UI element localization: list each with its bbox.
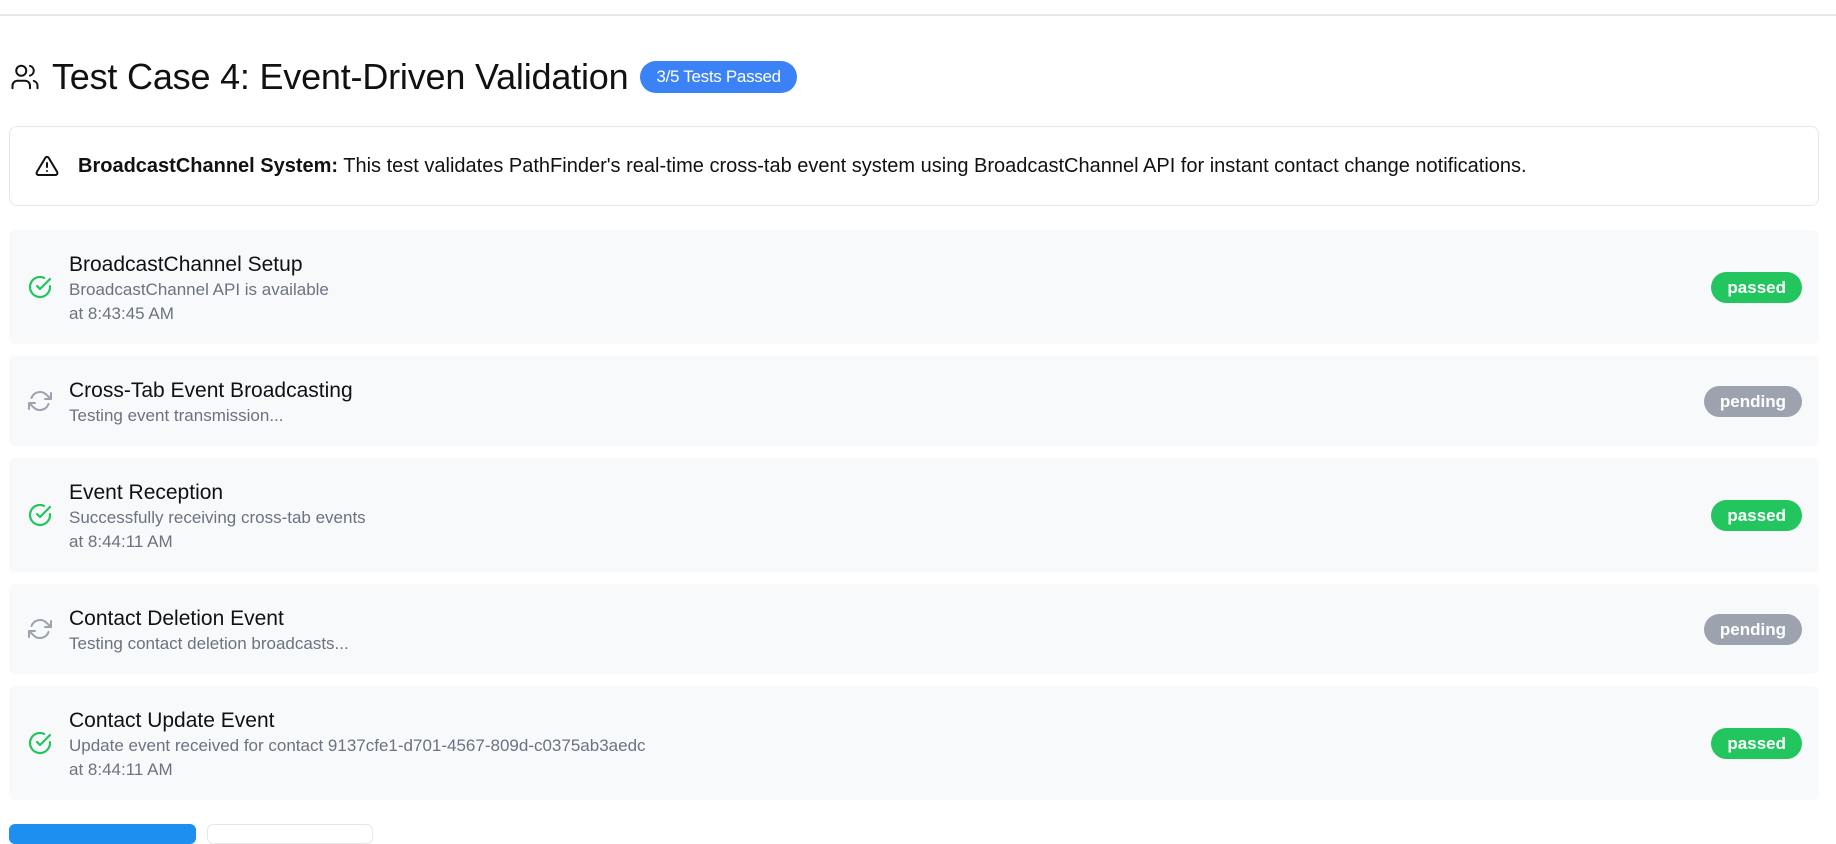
status-badge: passed — [1711, 728, 1802, 759]
check-circle-icon — [27, 502, 53, 528]
test-title: Cross-Tab Event Broadcasting — [69, 379, 353, 402]
page-title: Test Case 4: Event-Driven Validation — [52, 56, 629, 97]
info-alert: BroadcastChannel System: This test valid… — [9, 126, 1819, 206]
test-timestamp: at 8:44:11 AM — [69, 760, 173, 779]
page-header: Test Case 4: Event-Driven Validation 3/5… — [10, 52, 797, 102]
tests-passed-badge: 3/5 Tests Passed — [640, 61, 797, 93]
check-circle-icon — [27, 274, 53, 300]
status-badge: passed — [1711, 272, 1802, 303]
test-title: Contact Deletion Event — [69, 607, 284, 630]
test-timestamp: at 8:43:45 AM — [69, 304, 174, 323]
status-badge: passed — [1711, 500, 1802, 531]
test-row-event-reception: Event Reception Successfully receiving c… — [9, 458, 1819, 572]
test-title: Contact Update Event — [69, 709, 275, 732]
secondary-action-button[interactable] — [207, 824, 373, 844]
test-body: BroadcastChannel Setup BroadcastChannel … — [69, 252, 329, 326]
test-body: Contact Deletion Event Testing contact d… — [69, 606, 349, 656]
test-body: Event Reception Successfully receiving c… — [69, 480, 366, 554]
test-title: BroadcastChannel Setup — [69, 253, 303, 276]
test-body: Cross-Tab Event Broadcasting Testing eve… — [69, 378, 353, 428]
test-row-contact-deletion-event: Contact Deletion Event Testing contact d… — [9, 584, 1819, 674]
alert-title: BroadcastChannel System: — [78, 154, 339, 177]
test-description: Testing event transmission... — [69, 406, 284, 425]
refresh-icon — [27, 388, 53, 414]
test-description: Successfully receiving cross-tab events — [69, 508, 366, 527]
test-timestamp: at 8:44:11 AM — [69, 532, 173, 551]
warning-triangle-icon — [34, 153, 60, 179]
test-row-broadcastchannel-setup: BroadcastChannel Setup BroadcastChannel … — [9, 230, 1819, 344]
top-divider — [0, 0, 1836, 16]
test-title: Event Reception — [69, 481, 224, 504]
test-description: BroadcastChannel API is available — [69, 280, 329, 299]
test-body: Contact Update Event Update event receiv… — [69, 708, 646, 782]
status-badge: pending — [1703, 614, 1802, 645]
users-icon — [10, 62, 40, 92]
alert-text: BroadcastChannel System: This test valid… — [78, 155, 1527, 178]
test-description: Update event received for contact 9137cf… — [69, 736, 646, 755]
test-description: Testing contact deletion broadcasts... — [69, 634, 349, 653]
alert-message: This test validates PathFinder's real-ti… — [338, 154, 1527, 177]
status-badge: pending — [1703, 386, 1802, 417]
check-circle-icon — [27, 730, 53, 756]
test-row-contact-update-event: Contact Update Event Update event receiv… — [9, 686, 1819, 800]
refresh-icon — [27, 616, 53, 642]
test-row-cross-tab-event-broadcasting: Cross-Tab Event Broadcasting Testing eve… — [9, 356, 1819, 446]
primary-action-button[interactable] — [9, 824, 196, 844]
